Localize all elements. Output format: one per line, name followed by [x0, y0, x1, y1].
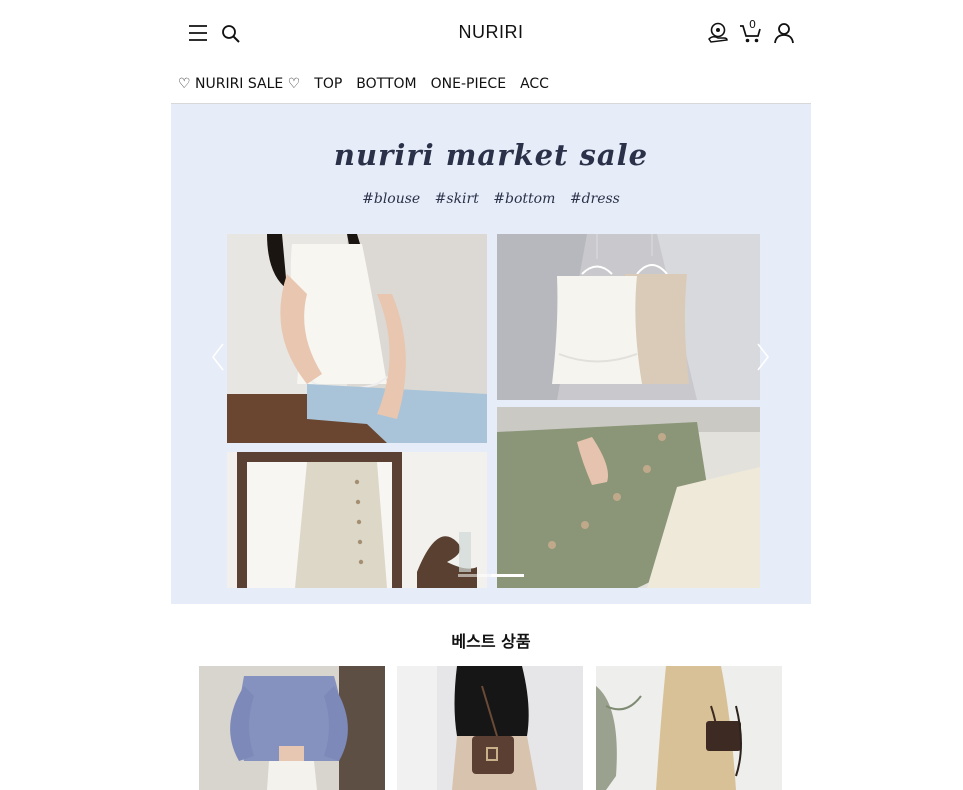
product-card-beige-dress[interactable]	[596, 666, 782, 790]
mileage-icon[interactable]	[707, 22, 729, 44]
nav-item-sale[interactable]: ♡ NURIRI SALE ♡	[178, 76, 300, 96]
product-card-blue-knit[interactable]	[199, 666, 385, 790]
category-nav: ♡ NURIRI SALE ♡ TOP BOTTOM ONE-PIECE ACC	[178, 76, 549, 96]
page: NURIRI 0 ♡ NURIRI SALE ♡ TOP BOTTOM ONE-…	[171, 0, 811, 790]
banner-photo-beige-skirt	[227, 452, 487, 588]
banner-photo-hanging-tops	[497, 234, 760, 400]
banner-photo-blouse-model	[227, 234, 487, 443]
banner-dot-2[interactable]	[491, 574, 524, 577]
banner-hashtags: #blouse #skirt #bottom #dress	[362, 191, 620, 207]
banner-pagination	[458, 574, 524, 577]
main-banner[interactable]: nuriri market sale #blouse #skirt #botto…	[171, 104, 811, 604]
user-icon[interactable]	[773, 22, 795, 44]
nav-item-bottom[interactable]: BOTTOM	[356, 76, 416, 96]
banner-title: nuriri market sale	[325, 138, 657, 174]
banner-photo-green-skirt	[497, 407, 760, 588]
nav-item-acc[interactable]: ACC	[520, 76, 549, 96]
banner-prev-arrow[interactable]	[209, 342, 227, 372]
header: NURIRI 0	[171, 0, 811, 66]
nav-item-top[interactable]: TOP	[314, 76, 342, 96]
product-card-black-blouse[interactable]	[397, 666, 583, 790]
banner-next-arrow[interactable]	[754, 342, 772, 372]
cart-count-badge: 0	[749, 18, 756, 31]
banner-dot-1[interactable]	[458, 574, 491, 577]
best-products-title: 베스트 상품	[451, 632, 531, 651]
nav-item-one-piece[interactable]: ONE-PIECE	[431, 76, 506, 96]
